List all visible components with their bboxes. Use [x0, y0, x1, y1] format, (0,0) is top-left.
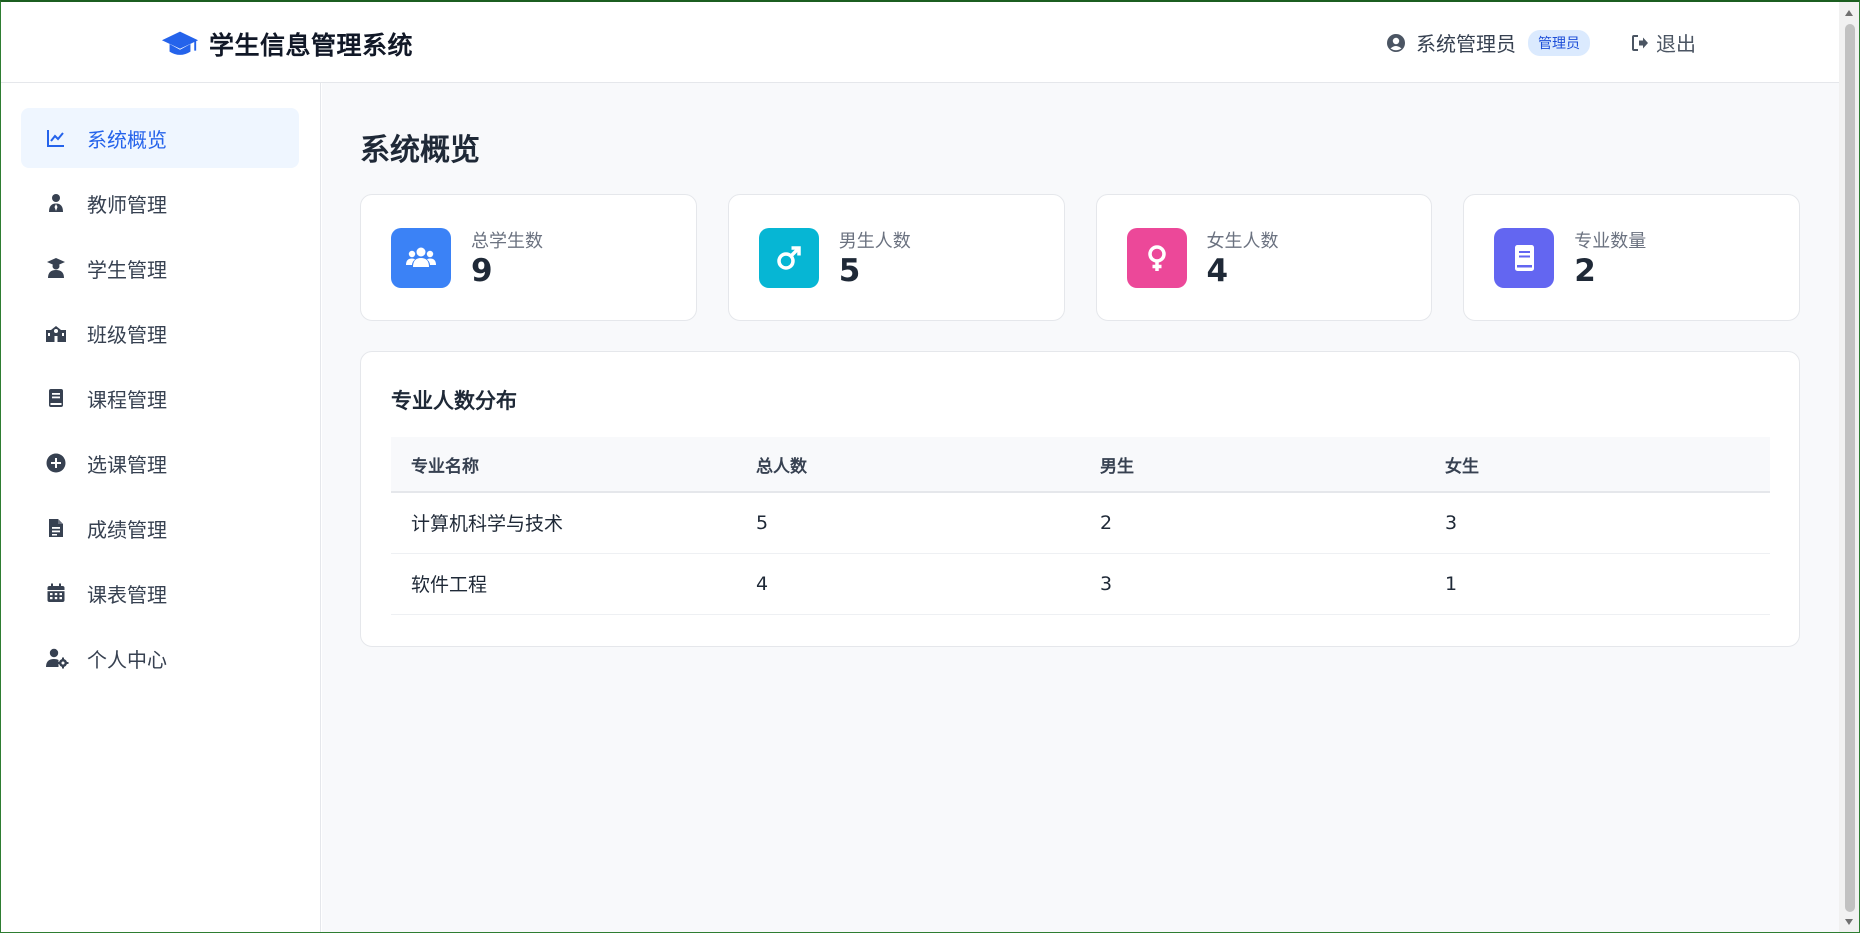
- stats-row: 总学生数 9 男生人数 5 女生人数 4 专业数量 2: [360, 194, 1800, 321]
- stat-value: 5: [838, 253, 861, 289]
- student-icon: [45, 257, 67, 279]
- table-row: 软件工程 4 3 1: [391, 553, 1770, 615]
- stat-card-total-students: 总学生数 9: [360, 194, 697, 321]
- stat-value: 4: [1206, 253, 1229, 289]
- users-icon: [391, 228, 451, 288]
- mars-icon: [758, 228, 819, 288]
- stat-label: 女生人数: [1206, 231, 1279, 252]
- column-header: 总人数: [736, 437, 1080, 493]
- table-cell: 软件工程: [391, 553, 736, 615]
- logout-label: 退出: [1656, 32, 1696, 56]
- table-cell: 计算机科学与技术: [391, 492, 736, 554]
- table-header-row: 专业名称 总人数 男生 女生: [391, 437, 1770, 493]
- teacher-icon: [45, 192, 67, 214]
- book-icon: [45, 387, 67, 409]
- sidebar-item-grades[interactable]: 成绩管理: [21, 498, 299, 558]
- sidebar-item-profile[interactable]: 个人中心: [21, 628, 299, 688]
- table-cell: 5: [736, 492, 1080, 554]
- sidebar-item-label: 选课管理: [87, 452, 167, 477]
- sidebar-item-schedule[interactable]: 课表管理: [21, 563, 299, 623]
- table-cell: 1: [1425, 553, 1770, 615]
- user-cog-icon: [45, 647, 69, 669]
- column-header: 专业名称: [391, 437, 736, 493]
- user-circle-icon: [1386, 33, 1406, 53]
- scrollbar-thumb[interactable]: [1845, 24, 1855, 912]
- stat-card-majors: 专业数量 2: [1463, 194, 1800, 321]
- sign-out-icon: [1630, 33, 1650, 53]
- sidebar-item-courses[interactable]: 课程管理: [21, 368, 299, 428]
- stat-card-female: 女生人数 4: [1095, 194, 1433, 321]
- sidebar-item-teachers[interactable]: 教师管理: [21, 173, 299, 233]
- stat-value: 9: [471, 253, 493, 289]
- stat-label: 专业数量: [1574, 231, 1647, 252]
- calendar-icon: [45, 582, 67, 604]
- sidebar-item-label: 个人中心: [87, 647, 167, 672]
- column-header: 男生: [1080, 437, 1425, 493]
- sidebar-item-label: 学生管理: [87, 257, 167, 282]
- page-title: 系统概览: [360, 133, 480, 168]
- sidebar-item-classes[interactable]: 班级管理: [21, 303, 299, 363]
- stat-label: 男生人数: [838, 231, 911, 252]
- book-icon: [1494, 228, 1555, 288]
- sidebar-item-students[interactable]: 学生管理: [21, 238, 299, 298]
- scroll-up-arrow-icon[interactable]: [1845, 10, 1853, 16]
- sidebar-item-enrollment[interactable]: 选课管理: [21, 433, 299, 493]
- major-distribution-card: 专业人数分布 专业名称 总人数 男生 女生 计算机科学与技术 5 2 3 软件工…: [360, 351, 1800, 647]
- table-cell: 4: [736, 553, 1080, 615]
- browser-window: 学生信息管理系统 系统管理员 管理员 退出 系统概览 教师管理 学生管理 班级管…: [0, 0, 1860, 933]
- table-row: 计算机科学与技术 5 2 3: [391, 492, 1770, 554]
- brand[interactable]: 学生信息管理系统: [161, 26, 413, 62]
- table-cell: 3: [1080, 553, 1425, 615]
- school-icon: [45, 322, 67, 344]
- main-content: 系统概览 总学生数 9 男生人数 5 女生人数 4 专业数量 2 专业人数分布 …: [322, 83, 1841, 932]
- sidebar-item-label: 班级管理: [87, 322, 167, 347]
- stat-value: 2: [1574, 253, 1596, 289]
- plus-circle-icon: [45, 452, 67, 474]
- top-header: 学生信息管理系统 系统管理员 管理员 退出: [1, 2, 1841, 83]
- section-title: 专业人数分布: [391, 389, 517, 413]
- scroll-down-arrow-icon[interactable]: [1845, 919, 1853, 925]
- role-badge: 管理员: [1528, 29, 1590, 56]
- sidebar: 系统概览 教师管理 学生管理 班级管理 课程管理 选课管理 成绩管理 课表管理 …: [1, 83, 321, 932]
- sidebar-item-label: 课表管理: [87, 582, 167, 607]
- table-cell: 3: [1425, 492, 1770, 554]
- file-icon: [45, 517, 67, 539]
- user-area: 系统管理员 管理员 退出: [1386, 28, 1696, 57]
- sidebar-item-label: 课程管理: [87, 387, 167, 412]
- vertical-scrollbar[interactable]: [1839, 2, 1859, 932]
- sidebar-item-label: 系统概览: [87, 127, 167, 152]
- logout-button[interactable]: 退出: [1630, 28, 1696, 57]
- graduation-cap-icon: [161, 29, 199, 59]
- table-cell: 2: [1080, 492, 1425, 554]
- sidebar-item-label: 成绩管理: [87, 517, 167, 542]
- sidebar-item-overview[interactable]: 系统概览: [21, 108, 299, 168]
- user-name: 系统管理员: [1416, 32, 1516, 56]
- sidebar-item-label: 教师管理: [87, 192, 167, 217]
- chart-line-icon: [45, 127, 67, 149]
- stat-label: 总学生数: [471, 231, 543, 252]
- column-header: 女生: [1425, 437, 1770, 493]
- venus-icon: [1126, 228, 1187, 288]
- app-title: 学生信息管理系统: [209, 31, 414, 60]
- major-distribution-table: 专业名称 总人数 男生 女生 计算机科学与技术 5 2 3 软件工程 4 3 1: [391, 437, 1770, 615]
- stat-card-male: 男生人数 5: [727, 194, 1065, 321]
